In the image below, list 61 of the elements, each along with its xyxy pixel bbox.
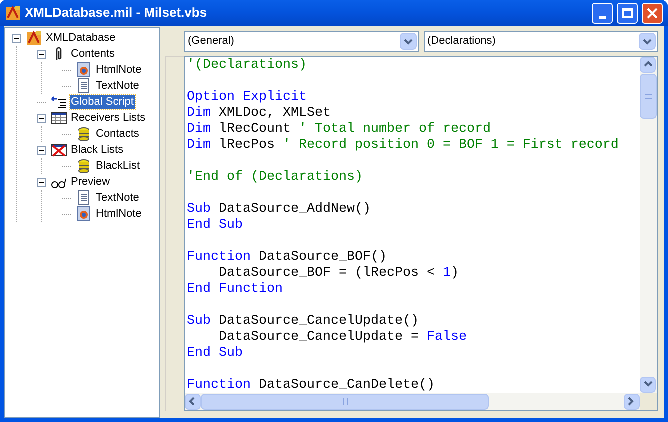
- object-dropdown[interactable]: (General): [184, 31, 418, 52]
- collapse-toggle[interactable]: [37, 50, 46, 58]
- close-button[interactable]: [642, 2, 663, 24]
- procedure-dropdown[interactable]: (Declarations): [424, 31, 658, 52]
- crossed-table-icon: [51, 142, 67, 158]
- code-line: End Sub: [187, 346, 243, 362]
- chevron-icon: [644, 60, 652, 70]
- code-line: Sub DataSource_CancelUpdate(): [187, 314, 419, 330]
- maximize-button[interactable]: [617, 2, 638, 24]
- code-line: Function DataSource_BOF(): [187, 250, 387, 266]
- code-line: Dim lRecPos ' Record position 0 = BOF 1 = First record: [187, 138, 619, 154]
- code-line: Sub DataSource_AddNew(): [187, 202, 371, 218]
- tree-item[interactable]: Contacts: [95, 127, 140, 141]
- tree-item[interactable]: Receivers Lists: [70, 111, 147, 125]
- tree-item[interactable]: Contents: [70, 47, 116, 61]
- chevron-icon: [188, 397, 198, 406]
- tree-item[interactable]: TextNote: [95, 79, 140, 93]
- tree-item[interactable]: Global Script: [70, 95, 135, 109]
- collapse-toggle[interactable]: [37, 178, 46, 186]
- scroll-arrow-button[interactable]: [624, 394, 640, 410]
- app-logo-icon: [26, 30, 42, 46]
- text-document-icon: [76, 78, 92, 94]
- tree-item[interactable]: HtmlNote: [95, 63, 143, 77]
- code-line: Dim XMLDoc, XMLSet: [187, 106, 331, 122]
- minimize-button[interactable]: [592, 2, 613, 24]
- document-globe-icon: [76, 206, 92, 222]
- code-line: DataSource_CancelUpdate = False: [218, 330, 467, 346]
- collapse-toggle[interactable]: [12, 34, 21, 42]
- script-icon: [51, 94, 67, 110]
- scroll-thumb[interactable]: [201, 394, 489, 410]
- scrollbar-corner: [640, 393, 657, 410]
- code-line: Option Explicit: [187, 90, 307, 106]
- table-icon: [51, 110, 67, 126]
- code-line: Dim lRecCount ' Total number of record: [187, 122, 491, 138]
- database-icon: [76, 126, 92, 142]
- text-document-icon: [76, 190, 92, 206]
- scroll-arrow-button[interactable]: [640, 377, 656, 393]
- window-title: XMLDatabase.mil - Milset.vbs: [25, 4, 208, 22]
- tree-item[interactable]: BlackList: [95, 159, 142, 173]
- tree-item[interactable]: TextNote: [95, 191, 140, 205]
- code-line: Function DataSource_CanDelete(): [187, 378, 435, 393]
- collapse-toggle[interactable]: [37, 114, 46, 122]
- vertical-scrollbar[interactable]: [640, 57, 657, 393]
- scroll-arrow-button[interactable]: [640, 57, 656, 73]
- tree-item[interactable]: Preview: [70, 175, 112, 189]
- code-line: '(Declarations): [187, 58, 307, 74]
- collapse-toggle[interactable]: [37, 146, 46, 154]
- tree-item[interactable]: Black Lists: [70, 143, 125, 157]
- document-globe-icon: [76, 62, 92, 78]
- code-line: 'End of (Declarations): [187, 170, 363, 186]
- scroll-arrow-button[interactable]: [185, 394, 201, 410]
- database-icon: [76, 158, 92, 174]
- tree-item[interactable]: XMLDatabase: [45, 31, 117, 45]
- tree-item[interactable]: HtmlNote: [95, 207, 143, 221]
- scroll-thumb[interactable]: [640, 74, 657, 119]
- code-line: End Function: [187, 282, 283, 298]
- app-logo-icon: [5, 5, 21, 21]
- code-line: End Sub: [187, 218, 243, 234]
- close-icon: [647, 8, 658, 18]
- horizontal-scrollbar[interactable]: [185, 393, 640, 410]
- code-line: DataSource_BOF = (lRecPos < 1): [218, 266, 459, 282]
